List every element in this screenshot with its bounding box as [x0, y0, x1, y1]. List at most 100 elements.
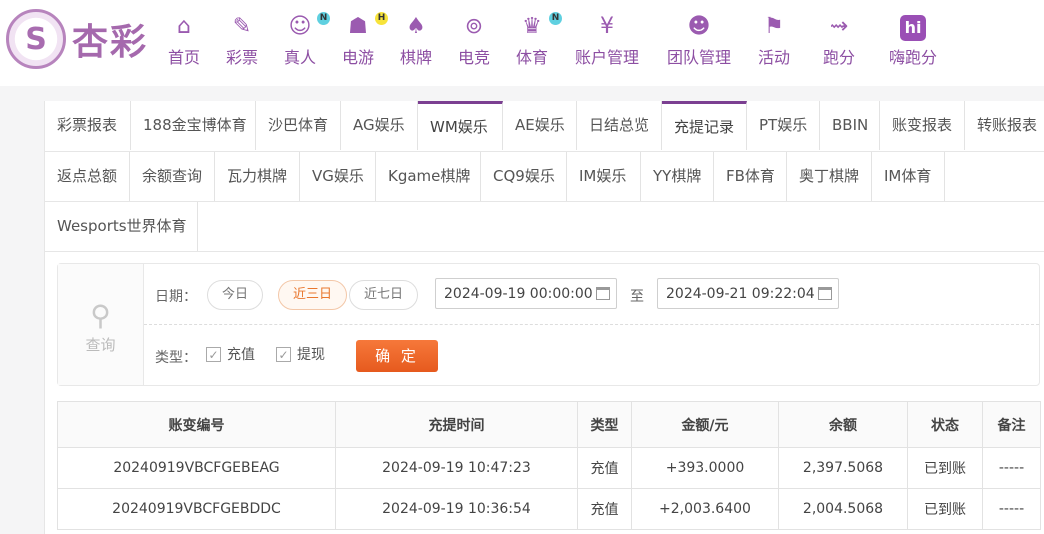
tab-bbin[interactable]: BBIN	[820, 101, 880, 150]
tab-lottery-report[interactable]: 彩票报表	[45, 101, 131, 150]
home-icon: ⌂	[177, 14, 191, 39]
checkbox-label: 充值	[227, 347, 255, 363]
checkbox-label: 提现	[297, 347, 325, 363]
record-note: -----	[982, 447, 1041, 489]
nav-paofen[interactable]: ⇝ 跑分	[823, 14, 855, 68]
checkbox-icon: ✓	[276, 346, 291, 362]
nav-slots[interactable]: ☗ H 电游	[342, 12, 389, 68]
query-form: ⚲ 查询 日期： 今日 近三日 近七日 2024-09-19 00:00:00 …	[57, 263, 1040, 386]
confirm-button[interactable]: 确 定	[356, 340, 438, 372]
tab-188bet-sports[interactable]: 188金宝博体育	[131, 101, 256, 150]
nav-esports[interactable]: ⊚ 电竞	[458, 14, 490, 68]
tab-pt[interactable]: PT娱乐	[747, 101, 820, 150]
form-divider	[144, 324, 1039, 325]
tab-im-sports[interactable]: IM体育	[872, 152, 945, 201]
nav-chess[interactable]: ♠ 棋牌	[400, 14, 432, 68]
column-header: 账变编号	[57, 401, 336, 448]
tab-kgame-chess[interactable]: Kgame棋牌	[376, 152, 481, 201]
start-date-value: 2024-09-19 00:00:00	[444, 286, 593, 302]
logo-emblem-icon: S	[6, 9, 66, 69]
nav-label: 嗨跑分	[889, 48, 938, 67]
tab-ag[interactable]: AG娱乐	[341, 101, 418, 150]
record-id: 20240919VBCFGEBEAG	[57, 447, 336, 489]
nav-label: 彩票	[226, 48, 259, 67]
range-3days-button[interactable]: 近三日	[278, 280, 348, 310]
hot-badge: H	[375, 12, 389, 25]
checkbox-icon: ✓	[206, 346, 221, 362]
nav-label: 电竞	[458, 48, 491, 67]
tab-cq9[interactable]: CQ9娱乐	[481, 152, 567, 201]
type-withdraw-checkbox[interactable]: ✓ 提现	[276, 344, 325, 364]
nav-label: 跑分	[823, 48, 856, 67]
tab-rebate-total[interactable]: 返点总额	[45, 152, 130, 201]
record-type: 充值	[577, 447, 632, 489]
tab-odin-chess[interactable]: 奥丁棋牌	[787, 152, 872, 201]
nav-lottery[interactable]: ✎ 彩票	[226, 14, 258, 68]
tab-daily-overview[interactable]: 日结总览	[577, 101, 662, 150]
account-yen-icon: ¥	[600, 14, 614, 39]
tab-wesports[interactable]: Wesports世界体育	[45, 202, 198, 251]
range-7days-button[interactable]: 近七日	[349, 280, 419, 310]
nav-label: 体育	[516, 48, 549, 67]
end-date-value: 2024-09-21 09:22:04	[666, 286, 815, 302]
tab-deposit-withdraw-records[interactable]: 充提记录	[662, 101, 747, 150]
search-button[interactable]: ⚲ 查询	[58, 264, 144, 385]
nav-sports[interactable]: ♛ N 体育	[516, 12, 563, 68]
tab-yy-chess[interactable]: YY棋牌	[641, 152, 714, 201]
table-header-row: 账变编号 充提时间 类型 金额/元 余额 状态 备注	[57, 401, 1041, 448]
table-row: 20240919VBCFGEBEAG 2024-09-19 10:47:23 充…	[57, 447, 1041, 489]
column-header: 余额	[778, 401, 908, 448]
esports-controller-icon: ⊚	[464, 14, 484, 39]
search-icon: ⚲	[90, 299, 111, 332]
record-amount: +393.0000	[631, 447, 779, 489]
gift-icon: ⚑	[764, 14, 784, 39]
report-panel: 彩票报表 188金宝博体育 沙巴体育 AG娱乐 WM娱乐 AE娱乐 日结总览 充…	[44, 101, 1044, 534]
nav-live[interactable]: ☺ N 真人	[284, 12, 331, 68]
tab-im[interactable]: IM娱乐	[567, 152, 641, 201]
record-time: 2024-09-19 10:47:23	[335, 447, 578, 489]
hi-logo-icon: hi	[889, 14, 937, 41]
tab-vg[interactable]: VG娱乐	[300, 152, 376, 201]
nav-home[interactable]: ⌂ 首页	[168, 14, 200, 68]
range-today-button[interactable]: 今日	[207, 280, 264, 310]
nav-label: 活动	[758, 48, 791, 67]
search-label: 查询	[85, 336, 116, 354]
tab-wali-chess[interactable]: 瓦力棋牌	[215, 152, 300, 201]
nav-label: 真人	[284, 48, 317, 67]
start-date-input[interactable]: 2024-09-19 00:00:00	[435, 278, 617, 309]
nav-account[interactable]: ¥ 账户管理	[575, 14, 639, 68]
table-row: 20240919VBCFGEBDDC 2024-09-19 10:36:54 充…	[57, 488, 1041, 530]
nav-team[interactable]: ☻ 团队管理	[667, 14, 731, 68]
record-balance: 2,397.5068	[778, 447, 908, 489]
tab-account-change-report[interactable]: 账变报表	[880, 101, 965, 150]
tab-ae[interactable]: AE娱乐	[503, 101, 577, 150]
nav-promotions[interactable]: ⚑ 活动	[758, 14, 790, 68]
calendar-icon[interactable]	[818, 287, 832, 300]
tab-divider	[45, 251, 1044, 252]
tab-balance-query[interactable]: 余额查询	[130, 152, 215, 201]
logo-text: 杏彩	[72, 22, 149, 63]
new-badge: N	[549, 12, 563, 25]
record-status: 已到账	[907, 488, 983, 530]
site-logo[interactable]: S 杏彩	[6, 8, 156, 70]
gamepad-icon: ☗ H	[342, 12, 389, 40]
record-type: 充值	[577, 488, 632, 530]
running-car-icon: ⇝	[829, 14, 849, 39]
calendar-icon[interactable]	[596, 287, 610, 300]
type-deposit-checkbox[interactable]: ✓ 充值	[206, 344, 255, 364]
tab-transfer-report[interactable]: 转账报表	[965, 101, 1044, 150]
cards-icon: ♠	[406, 14, 426, 39]
tab-fb-sports[interactable]: FB体育	[714, 152, 787, 201]
tab-saba-sports[interactable]: 沙巴体育	[256, 101, 341, 150]
column-header: 金额/元	[631, 401, 779, 448]
column-header: 备注	[982, 401, 1041, 448]
lottery-ticket-icon: ✎	[232, 14, 252, 39]
end-date-input[interactable]: 2024-09-21 09:22:04	[657, 278, 839, 309]
nav-label: 棋牌	[400, 48, 433, 67]
top-header: S 杏彩 ⌂ 首页 ✎ 彩票 ☺ N 真人 ☗ H 电游 ♠ 棋牌 ⊚ 电竞 ♛ N …	[0, 0, 1044, 86]
record-status: 已到账	[907, 447, 983, 489]
tab-wm[interactable]: WM娱乐	[418, 101, 503, 150]
nav-hi-paofen[interactable]: hi 嗨跑分	[889, 14, 937, 68]
record-id: 20240919VBCFGEBDDC	[57, 488, 336, 530]
nav-label: 账户管理	[575, 48, 640, 67]
